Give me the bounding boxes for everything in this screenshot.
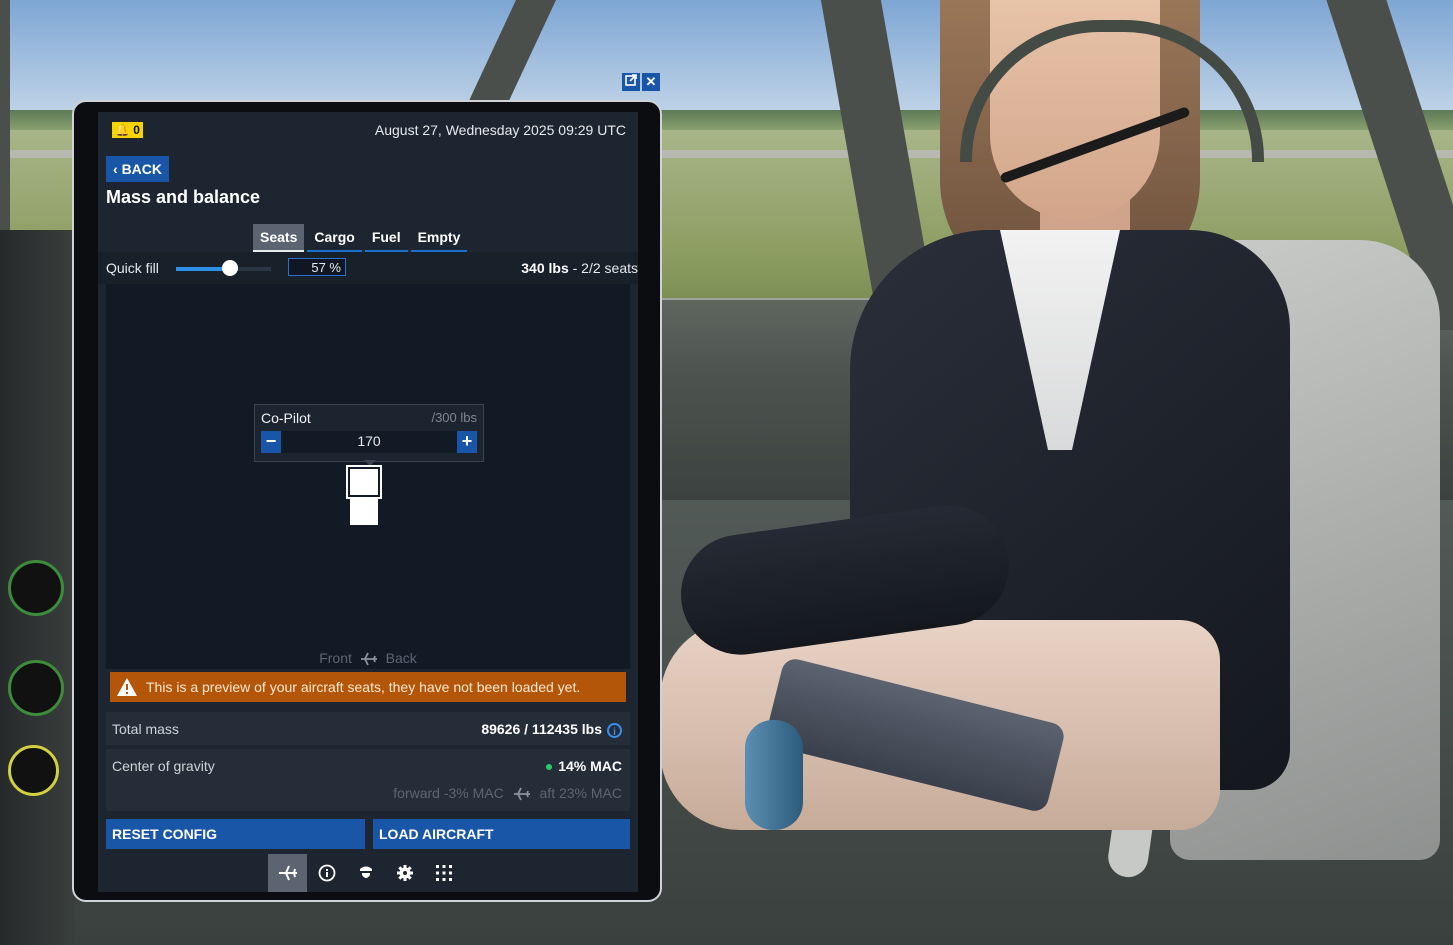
tab-empty[interactable]: Empty	[410, 224, 468, 253]
nav-apps[interactable]	[424, 854, 463, 892]
total-mass-label: Total mass	[112, 721, 179, 737]
total-mass-value-wrap: 89626 / 112435 lbs i	[481, 721, 622, 738]
airplane-direction-icon	[513, 787, 530, 801]
status-bar: 🔔 0 August 27, Wednesday 2025 09:29 UTC	[98, 112, 638, 152]
seat-summary: 340 lbs - 2/2 seats	[521, 260, 638, 276]
total-mass-value: 89626 / 112435 lbs	[481, 721, 602, 737]
total-mass-row: Total mass 89626 / 112435 lbs i	[106, 712, 630, 745]
seat-weight-stepper: − 170 +	[261, 431, 477, 453]
increment-button[interactable]: +	[457, 431, 477, 453]
quick-fill-percent-input[interactable]: 57 %	[288, 258, 346, 276]
slider-handle[interactable]	[222, 260, 239, 276]
popup-pointer	[364, 460, 376, 466]
tab-fuel[interactable]: Fuel	[364, 224, 408, 253]
load-aircraft-button[interactable]: LOAD AIRCRAFT	[373, 819, 630, 849]
status-dot-icon	[546, 764, 553, 771]
warning-icon	[117, 678, 137, 696]
cg-aft: aft 23% MAC	[539, 785, 622, 801]
cg-value-wrap: 14% MAC	[546, 758, 622, 774]
seat-name: Co-Pilot	[261, 410, 311, 426]
preview-warning: This is a preview of your aircraft seats…	[110, 672, 626, 702]
page-title: Mass and balance	[106, 187, 261, 207]
warning-text: This is a preview of your aircraft seats…	[146, 679, 581, 695]
back-label: BACK	[121, 161, 163, 177]
popout-icon[interactable]	[622, 73, 640, 91]
nav-pilot[interactable]	[346, 854, 385, 892]
seat-weight: 340 lbs	[521, 260, 569, 276]
info-icon	[318, 864, 335, 882]
back-button[interactable]: ‹ BACK	[106, 156, 170, 182]
seat-count: - 2/2 seats	[568, 260, 638, 276]
notification-badge[interactable]: 🔔 0	[112, 122, 143, 138]
reset-config-button[interactable]: RESET CONFIG	[106, 819, 365, 849]
quick-fill-label: Quick fill	[106, 260, 159, 276]
cg-label: Center of gravity	[112, 758, 215, 774]
gauge	[8, 745, 59, 796]
apps-grid-icon	[435, 865, 452, 881]
datetime: August 27, Wednesday 2025 09:29 UTC	[374, 122, 626, 138]
info-icon[interactable]: i	[607, 722, 622, 738]
tab-cargo[interactable]: Cargo	[307, 224, 362, 253]
nav-info[interactable]	[307, 854, 346, 892]
gauge	[8, 660, 64, 716]
tab-seats[interactable]: Seats	[253, 224, 305, 253]
armrest-knob	[745, 720, 803, 830]
airplane-icon	[278, 865, 297, 881]
nav-airplane[interactable]	[268, 854, 307, 892]
center-of-gravity-row: Center of gravity 14% MAC forward -3% MA…	[106, 749, 630, 811]
window-controls: ✕	[622, 73, 660, 91]
tab-bar: Seats Cargo Fuel Empty	[253, 224, 470, 253]
chevron-left-icon: ‹	[113, 161, 118, 177]
seat-popup: Co-Pilot /300 lbs − 170 +	[254, 404, 484, 462]
gauge	[8, 560, 64, 616]
axis-back-label: Back	[385, 650, 417, 666]
bell-icon: 🔔	[115, 123, 130, 137]
decrement-button[interactable]: −	[261, 431, 281, 453]
settings-icon	[396, 865, 413, 881]
airplane-direction-icon	[356, 650, 386, 666]
seat-max-weight: /300 lbs	[431, 410, 477, 425]
cg-range: forward -3% MAC aft 23% MAC	[393, 785, 622, 801]
efb-tablet: 🔔 0 August 27, Wednesday 2025 09:29 UTC …	[72, 100, 662, 902]
seat-pilot[interactable]	[350, 499, 378, 525]
efb-screen: 🔔 0 August 27, Wednesday 2025 09:29 UTC …	[98, 112, 638, 892]
axis-front-label: Front	[319, 650, 352, 666]
nav-settings[interactable]	[385, 854, 424, 892]
close-icon[interactable]: ✕	[642, 73, 660, 91]
cg-value: 14% MAC	[558, 758, 622, 774]
quick-fill-slider[interactable]	[176, 260, 271, 276]
seat-copilot[interactable]	[346, 465, 382, 499]
notification-count: 0	[133, 123, 140, 137]
seat-map: Co-Pilot /300 lbs − 170 + Front Back	[106, 284, 630, 669]
quick-fill-bar: Quick fill 57 % 340 lbs - 2/2 seats	[98, 252, 638, 284]
front-back-axis: Front Back	[106, 650, 630, 666]
cg-forward: forward -3% MAC	[393, 785, 504, 801]
seat-weight-value[interactable]: 170	[291, 433, 447, 449]
pilot-icon	[359, 866, 372, 878]
bottom-nav	[268, 854, 463, 892]
